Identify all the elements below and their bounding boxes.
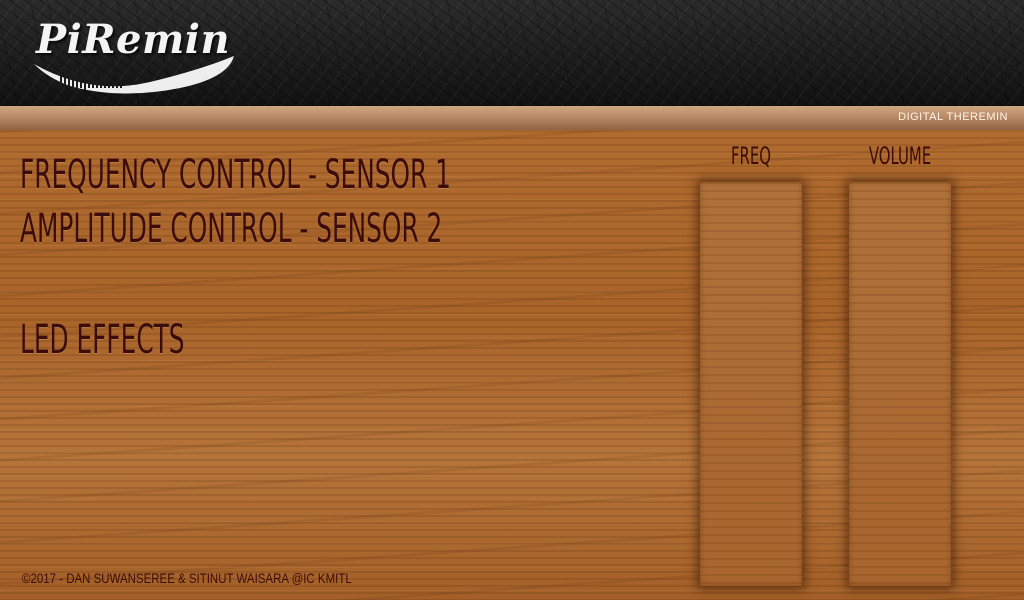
volume-meter-title: VOLUME: [868, 142, 932, 170]
header-strap: [0, 106, 1024, 130]
amplitude-control-label: AMPLITUDE CONTROL - SENSOR 2: [20, 206, 443, 252]
volume-meter: [849, 182, 951, 586]
app-logo: PiRemin: [30, 10, 240, 96]
footer-credit: ©2017 - DAN SUWANSEREE & SITINUT WAISARA…: [22, 570, 352, 586]
led-effects-label: LED EFFECTS: [20, 317, 185, 363]
logo-swoosh-icon: [34, 56, 234, 94]
freq-meter: [700, 182, 802, 586]
frequency-control-label: FREQUENCY CONTROL - SENSOR 1: [20, 152, 451, 198]
leather-header: PiRemin: [0, 0, 1024, 106]
app-subtitle: DIGITAL THEREMIN: [898, 111, 1008, 123]
freq-meter-title: FREQ: [730, 142, 772, 170]
